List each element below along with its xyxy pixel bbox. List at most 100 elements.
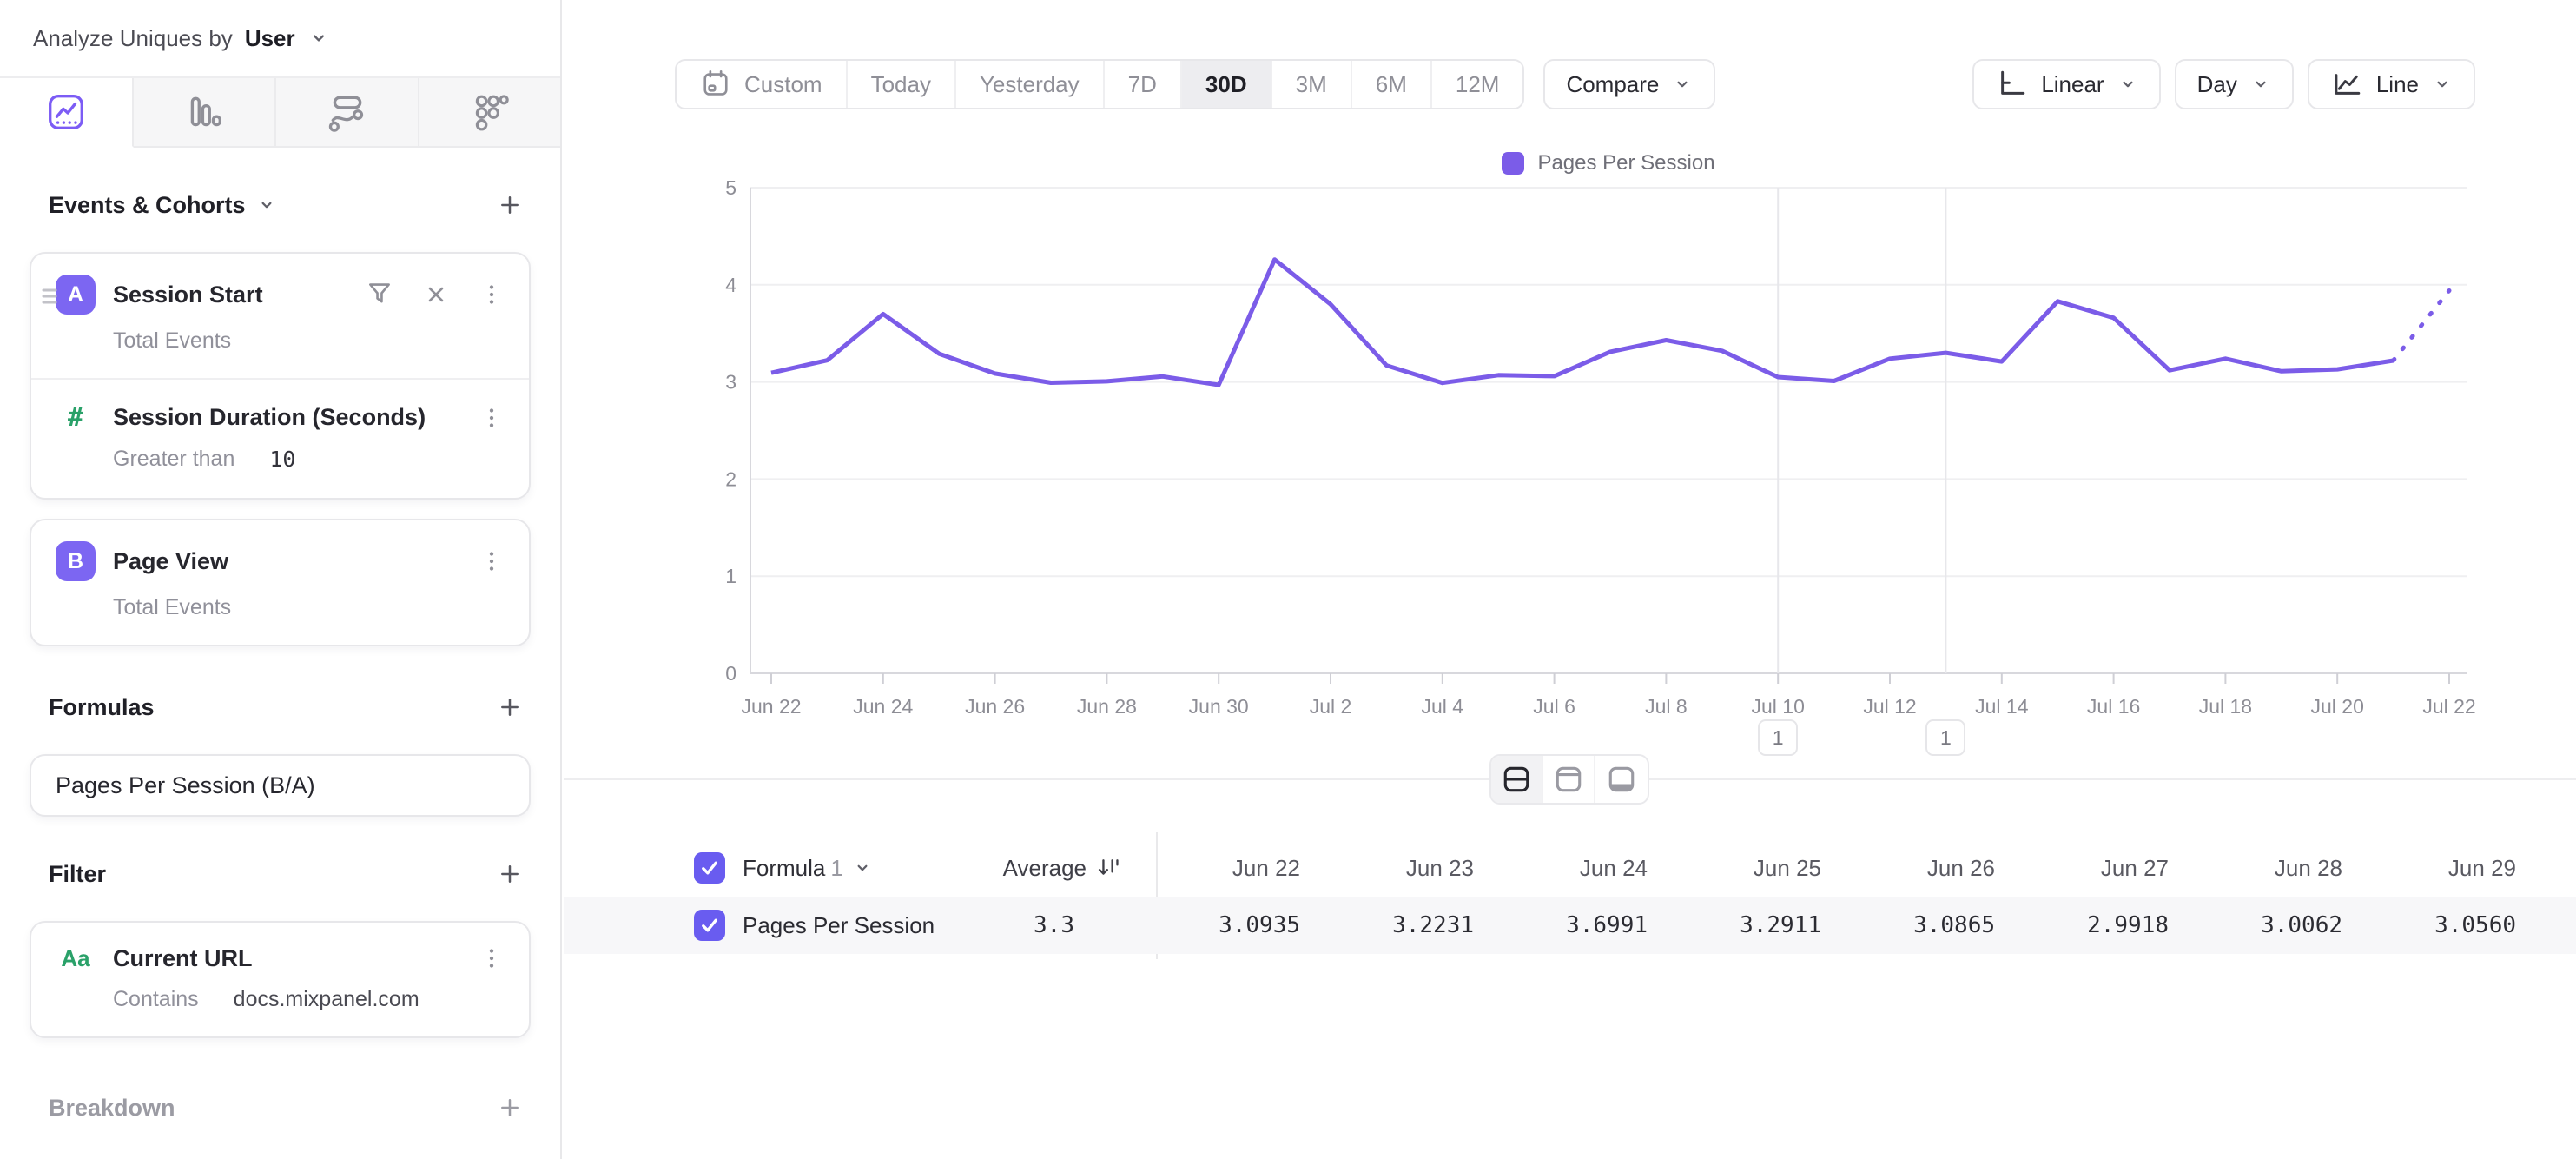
view-split-button[interactable]	[1491, 756, 1543, 803]
analyze-by-dropdown[interactable]: User	[245, 25, 295, 52]
svg-text:5: 5	[725, 176, 736, 199]
events-section-title: Events & Cohorts	[49, 192, 246, 219]
annotation-badge[interactable]: 1	[1925, 719, 1965, 756]
filter-card-current-url[interactable]: Aa Current URL Contains docs.mixpanel.co…	[30, 921, 531, 1038]
tab-insights[interactable]	[0, 78, 134, 148]
results-table: Formula 1 Average Jun 22 Jun 23 Jun 24	[564, 839, 2576, 954]
row-series-name: Pages Per Session	[743, 912, 935, 939]
property-operator[interactable]: Greater than	[113, 447, 234, 472]
add-filter-button[interactable]	[496, 860, 524, 888]
table-row[interactable]: Pages Per Session 3.3 3.0935 3.2231 3.69…	[564, 897, 2576, 954]
numeric-rollup-card[interactable]: # Session Duration (Seconds) Greater tha…	[31, 378, 529, 498]
chart-view-icon	[1551, 762, 1586, 797]
bar-chart-icon	[184, 92, 224, 132]
date-column-header: Jun 24	[1505, 855, 1679, 882]
row-average-value: 3.3	[1034, 912, 1158, 938]
drag-handle-icon[interactable]	[39, 283, 60, 309]
view-chart-only-button[interactable]	[1543, 756, 1595, 803]
event-name: Session Start	[113, 281, 263, 308]
chart-plot[interactable]: 0 1 2 3 4 5 Jun 22 Jun 24 Jun 26 Jun 28 Jun 30 Jul …	[564, 0, 2576, 1159]
event-letter-badge: A	[56, 275, 96, 315]
retention-icon	[470, 92, 510, 132]
tab-retention[interactable]	[419, 78, 560, 148]
breakdown-section-title: Breakdown	[49, 1095, 175, 1122]
report-type-tabs	[0, 78, 560, 148]
svg-text:Jul 18: Jul 18	[2199, 695, 2252, 718]
formulas-section-header: Formulas	[30, 693, 531, 721]
filter-section-header: Filter	[30, 860, 531, 888]
average-sort-header[interactable]: Average	[1003, 854, 1158, 882]
table-cell: 3.2231	[1331, 912, 1505, 938]
svg-text:Jun 30: Jun 30	[1189, 695, 1249, 718]
add-formula-button[interactable]	[496, 693, 524, 721]
series-dropdown[interactable]: Formula 1	[743, 855, 873, 882]
view-table-only-button[interactable]	[1595, 756, 1648, 803]
kebab-menu-icon[interactable]	[477, 944, 506, 973]
svg-text:Jul 2: Jul 2	[1310, 695, 1352, 718]
table-cell: 3.0935	[1158, 912, 1331, 938]
date-column-header: Jun 23	[1331, 855, 1505, 882]
svg-text:Jun 22: Jun 22	[741, 695, 801, 718]
flows-icon	[327, 92, 367, 132]
table-cell: 3.2911	[1679, 912, 1853, 938]
kebab-menu-icon[interactable]	[477, 403, 506, 433]
formulas-section-title: Formulas	[49, 694, 155, 721]
svg-text:Jul 14: Jul 14	[1975, 695, 2029, 718]
svg-text:3: 3	[725, 371, 736, 394]
svg-text:0: 0	[725, 662, 736, 685]
number-property-icon: #	[56, 402, 96, 433]
filter-value[interactable]: docs.mixpanel.com	[234, 987, 419, 1012]
table-header-row: Formula 1 Average Jun 22 Jun 23 Jun 24	[564, 839, 2576, 897]
table-cell: 2.9918	[2026, 912, 2200, 938]
add-event-button[interactable]	[496, 191, 524, 219]
filter-operator[interactable]: Contains	[113, 987, 199, 1012]
filter-section-title: Filter	[49, 861, 106, 888]
annotation-badge[interactable]: 1	[1758, 719, 1798, 756]
filter-property-name: Current URL	[113, 945, 253, 972]
event-measurement[interactable]: Total Events	[31, 581, 529, 645]
string-property-icon: Aa	[56, 945, 96, 972]
formula-card[interactable]: Pages Per Session (B/A)	[30, 754, 531, 817]
row-checkbox[interactable]	[694, 910, 725, 941]
svg-text:Jul 22: Jul 22	[2422, 695, 2475, 718]
svg-text:Jul 8: Jul 8	[1645, 695, 1688, 718]
events-section-header: Events & Cohorts	[30, 191, 531, 219]
date-column-header: Jun 26	[1853, 855, 2026, 882]
svg-text:2: 2	[725, 467, 736, 490]
date-column-header: Jun 28	[2200, 855, 2374, 882]
close-icon[interactable]	[421, 280, 451, 309]
kebab-menu-icon[interactable]	[477, 546, 506, 576]
table-cell: 3.0865	[1853, 912, 2026, 938]
svg-text:Jun 28: Jun 28	[1077, 695, 1137, 718]
event-measurement[interactable]: Total Events	[31, 315, 529, 378]
filter-icon[interactable]	[364, 279, 395, 310]
insights-icon	[46, 92, 86, 132]
kebab-menu-icon[interactable]	[477, 280, 506, 309]
svg-text:Jun 26: Jun 26	[965, 695, 1025, 718]
table-view-icon	[1604, 762, 1639, 797]
tab-flows[interactable]	[276, 78, 419, 148]
tab-bar-chart[interactable]	[134, 78, 276, 148]
chevron-down-icon	[852, 858, 873, 878]
svg-text:Jul 10: Jul 10	[1752, 695, 1805, 718]
svg-text:Jul 16: Jul 16	[2087, 695, 2140, 718]
property-value[interactable]: 10	[269, 447, 295, 472]
svg-text:1: 1	[725, 565, 736, 587]
table-cell: 3.0062	[2200, 912, 2374, 938]
select-all-checkbox[interactable]	[694, 852, 725, 884]
table-cell: 3.0560	[2374, 912, 2547, 938]
svg-text:Jul 4: Jul 4	[1422, 695, 1464, 718]
analyze-prefix-label: Analyze Uniques by	[33, 25, 233, 52]
event-card-session-start[interactable]: A Session Start Total Events #	[30, 252, 531, 500]
add-breakdown-button[interactable]	[496, 1094, 524, 1122]
chevron-down-icon[interactable]	[256, 195, 277, 215]
event-card-page-view[interactable]: B Page View Total Events	[30, 519, 531, 646]
svg-text:Jul 12: Jul 12	[1863, 695, 1916, 718]
split-view-icon	[1499, 762, 1534, 797]
date-column-header: Jun 25	[1679, 855, 1853, 882]
event-letter-badge: B	[56, 541, 96, 581]
report-main-area: Custom Today Yesterday 7D 30D 3M 6M 12M …	[564, 0, 2576, 1159]
svg-text:Jul 6: Jul 6	[1533, 695, 1575, 718]
table-cell: 3.6991	[1505, 912, 1679, 938]
svg-text:4: 4	[725, 274, 736, 296]
